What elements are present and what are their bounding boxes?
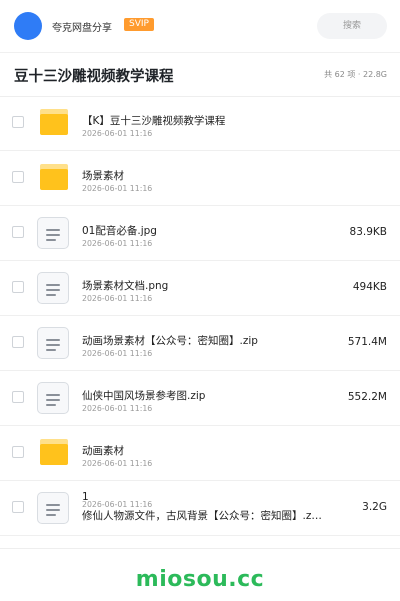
file-date: 2026-06-01 11:16 [82,184,153,193]
file-size: 571.4M [347,336,387,348]
document-icon [37,327,69,359]
footer: miosou.cc [0,548,400,601]
page-title: 豆十三沙雕视频教学课程 [14,69,174,85]
file-name[interactable]: 场景素材 [82,168,124,183]
file-name[interactable]: 动画素材 [82,443,124,458]
file-size: 552.2M [347,391,387,403]
file-date: 2026-06-01 11:16 [82,129,153,138]
file-row[interactable]: 动画场景素材【公众号：密知圈】.zip 2026-06-01 11:16 571… [0,316,400,371]
row-checkbox[interactable] [12,226,24,238]
file-name[interactable]: 动画场景素材【公众号：密知圈】.zip [82,333,258,348]
row-checkbox[interactable] [12,116,24,128]
file-date: 2026-06-01 11:16 [82,404,153,413]
row-checkbox[interactable] [12,281,24,293]
document-icon [37,382,69,414]
file-name[interactable]: 仙侠中国风场景参考图.zip [82,388,205,403]
row-checkbox[interactable] [12,446,24,458]
top-bar: 夸克网盘分享 SVIP 搜索 [0,0,400,53]
title-bar: 豆十三沙雕视频教学课程 共 62 项 · 22.8G [0,53,400,97]
file-size: 3.2G [362,501,387,513]
svip-badge: SVIP [124,18,154,31]
file-row[interactable]: 动画素材 2026-06-01 11:16 [0,426,400,481]
file-date: 2026-06-01 11:16 [82,294,153,303]
file-row[interactable]: 1 2026-06-01 11:16 修仙人物源文件，古风背景【公众号：密知圈】… [0,481,400,536]
watermark: miosou.cc [135,567,265,592]
file-name[interactable]: 01配音必备.jpg [82,223,157,238]
file-date: 2026-06-01 11:16 [82,459,153,468]
file-size: 83.9KB [349,226,387,238]
file-row[interactable]: 场景素材 2026-06-01 11:16 [0,151,400,206]
file-row[interactable]: 仙侠中国风场景参考图.zip 2026-06-01 11:16 552.2M [0,371,400,426]
document-icon [37,217,69,249]
folder-icon [40,164,68,190]
file-row[interactable]: 【K】豆十三沙雕视频教学课程 2026-06-01 11:16 [0,96,400,151]
file-row[interactable]: 01配音必备.jpg 2026-06-01 11:16 83.9KB [0,206,400,261]
item-summary: 共 62 项 · 22.8G [324,70,387,79]
file-name[interactable]: 场景素材文档.png [82,278,168,293]
file-row[interactable]: 场景素材文档.png 2026-06-01 11:16 494KB [0,261,400,316]
file-name[interactable]: 【K】豆十三沙雕视频教学课程 [82,113,225,128]
folder-icon [40,439,68,465]
search-input[interactable]: 搜索 [317,13,387,39]
document-icon [37,492,69,524]
file-date: 2026-06-01 11:16 [82,239,153,248]
folder-icon [40,109,68,135]
file-list: 【K】豆十三沙雕视频教学课程 2026-06-01 11:16 场景素材 202… [0,96,400,536]
row-checkbox[interactable] [12,501,24,513]
row-checkbox[interactable] [12,171,24,183]
row-checkbox[interactable] [12,391,24,403]
file-date: 2026-06-01 11:16 [82,349,153,358]
document-icon [37,272,69,304]
avatar[interactable] [14,12,42,40]
row-checkbox[interactable] [12,336,24,348]
file-size: 494KB [352,281,387,293]
file-description: 修仙人物源文件，古风背景【公众号：密知圈】.z… [82,510,322,522]
share-label: 夸克网盘分享 [52,23,112,34]
